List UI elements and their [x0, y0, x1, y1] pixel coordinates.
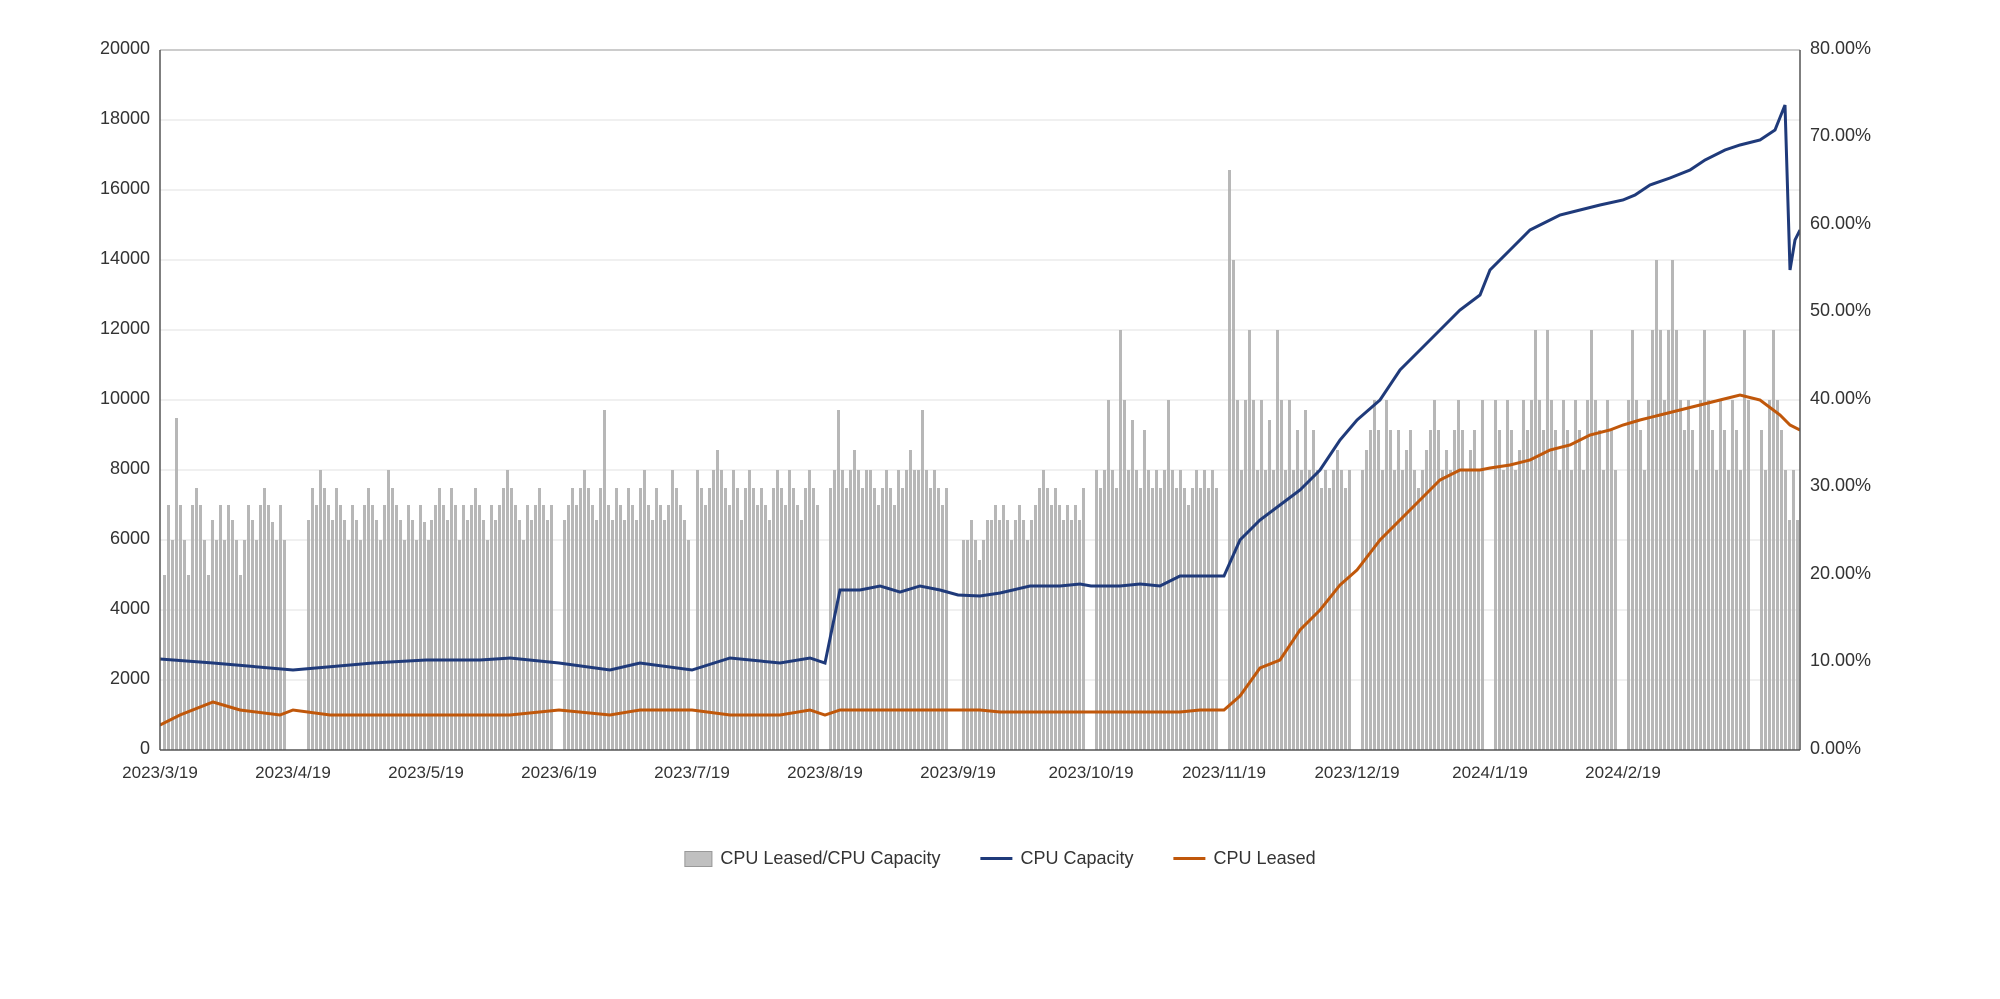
- svg-text:16000: 16000: [100, 178, 150, 198]
- svg-text:2023/11/19: 2023/11/19: [1182, 763, 1266, 782]
- chart-area: 0 2000 4000 6000 8000 10000 12000 14000 …: [80, 30, 1920, 879]
- legend-swatch-leased: [1174, 857, 1206, 860]
- svg-text:2023/6/19: 2023/6/19: [521, 763, 597, 782]
- svg-text:2023/3/19: 2023/3/19: [122, 763, 198, 782]
- svg-text:2023/9/19: 2023/9/19: [920, 763, 996, 782]
- svg-text:2000: 2000: [110, 668, 150, 688]
- chart-container: 0 2000 4000 6000 8000 10000 12000 14000 …: [0, 0, 2000, 999]
- svg-text:0.00%: 0.00%: [1810, 738, 1861, 758]
- legend-label-bars: CPU Leased/CPU Capacity: [720, 848, 940, 869]
- svg-text:2023/12/19: 2023/12/19: [1314, 763, 1399, 782]
- legend-label-leased: CPU Leased: [1214, 848, 1316, 869]
- legend-swatch-capacity: [981, 857, 1013, 860]
- legend-item-capacity: CPU Capacity: [981, 848, 1134, 869]
- svg-text:60.00%: 60.00%: [1810, 213, 1871, 233]
- svg-text:2023/4/19: 2023/4/19: [255, 763, 331, 782]
- svg-text:8000: 8000: [110, 458, 150, 478]
- svg-text:2023/5/19: 2023/5/19: [388, 763, 464, 782]
- svg-text:2024/1/19: 2024/1/19: [1452, 763, 1528, 782]
- cpu-leased-capacity-bars: [163, 170, 1799, 750]
- chart-legend: CPU Leased/CPU Capacity CPU Capacity CPU…: [684, 848, 1315, 869]
- svg-text:20000: 20000: [100, 38, 150, 58]
- svg-text:70.00%: 70.00%: [1810, 125, 1871, 145]
- svg-text:20.00%: 20.00%: [1810, 563, 1871, 583]
- legend-item-bars: CPU Leased/CPU Capacity: [684, 848, 940, 869]
- chart-svg: 0 2000 4000 6000 8000 10000 12000 14000 …: [80, 30, 1920, 879]
- svg-text:2023/8/19: 2023/8/19: [787, 763, 863, 782]
- svg-text:12000: 12000: [100, 318, 150, 338]
- svg-text:30.00%: 30.00%: [1810, 475, 1871, 495]
- svg-text:4000: 4000: [110, 598, 150, 618]
- svg-text:18000: 18000: [100, 108, 150, 128]
- legend-label-capacity: CPU Capacity: [1021, 848, 1134, 869]
- svg-text:50.00%: 50.00%: [1810, 300, 1871, 320]
- svg-text:6000: 6000: [110, 528, 150, 548]
- legend-item-leased: CPU Leased: [1174, 848, 1316, 869]
- svg-text:2023/10/19: 2023/10/19: [1048, 763, 1133, 782]
- svg-text:10000: 10000: [100, 388, 150, 408]
- svg-text:40.00%: 40.00%: [1810, 388, 1871, 408]
- legend-swatch-bars: [684, 851, 712, 867]
- svg-text:0: 0: [140, 738, 150, 758]
- svg-text:80.00%: 80.00%: [1810, 38, 1871, 58]
- svg-text:10.00%: 10.00%: [1810, 650, 1871, 670]
- svg-text:14000: 14000: [100, 248, 150, 268]
- svg-text:2023/7/19: 2023/7/19: [654, 763, 730, 782]
- svg-text:2024/2/19: 2024/2/19: [1585, 763, 1661, 782]
